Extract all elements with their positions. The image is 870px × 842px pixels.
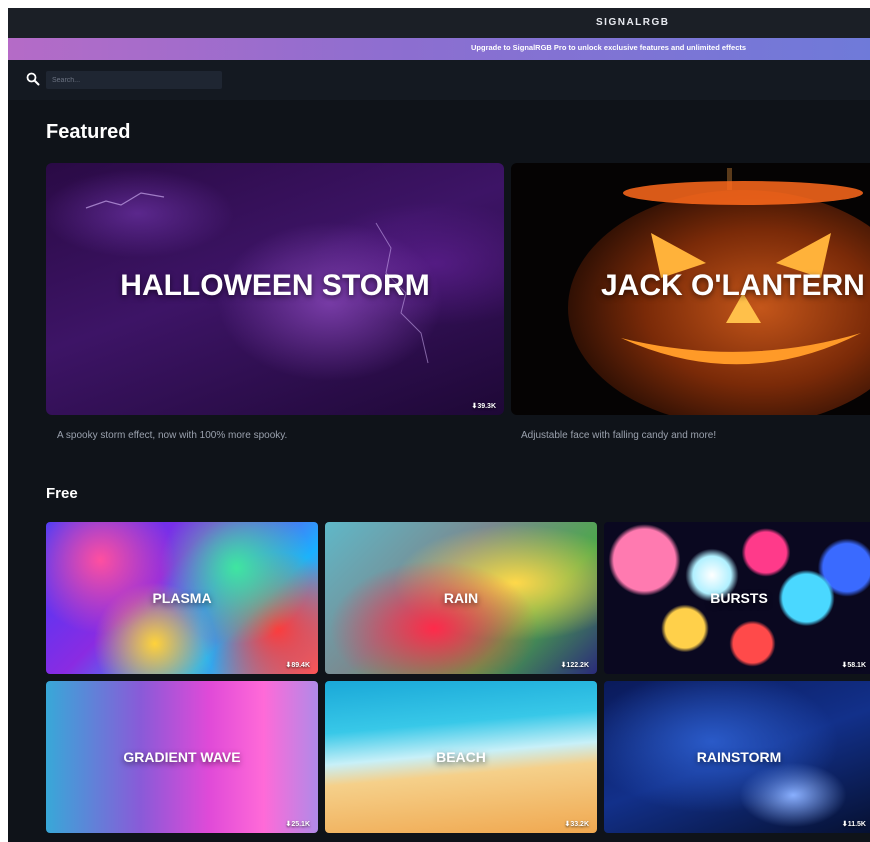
- download-count: ⬇89.4K: [285, 662, 310, 669]
- tile-label: RAIN: [443, 590, 479, 606]
- featured-card-jack-o-lantern[interactable]: JACK O'LANTERN: [511, 163, 870, 415]
- download-count: ⬇58.1K: [841, 662, 866, 669]
- download-count: ⬇11.5K: [841, 821, 866, 828]
- upgrade-promo-banner[interactable]: Upgrade to SignalRGB Pro to unlock exclu…: [8, 38, 870, 60]
- download-count: ⬇122.2K: [560, 662, 589, 669]
- effect-tile-bursts[interactable]: BURSTS ⬇58.1K: [604, 522, 870, 674]
- tile-label: PLASMA: [152, 590, 212, 606]
- tile-label: BEACH: [436, 749, 486, 765]
- tile-label: GRADIENT WAVE: [123, 749, 241, 765]
- effect-tile-beach[interactable]: BEACH ⬇33.2K: [325, 681, 597, 833]
- effect-tile-plasma[interactable]: PLASMA ⬇89.4K: [46, 522, 318, 674]
- signalrgb-window: SIGNALRGB Upgrade to SignalRGB Pro to un…: [8, 8, 870, 842]
- tile-label: BURSTS: [710, 590, 768, 606]
- featured-card-label: HALLOWEEN STORM: [120, 269, 430, 302]
- title-bar: SIGNALRGB: [8, 8, 870, 38]
- featured-card-halloween-storm[interactable]: HALLOWEEN STORM ⬇39.3K: [46, 163, 504, 415]
- featured-card-label: JACK O'LANTERN: [601, 269, 865, 302]
- featured-section-title: Featured: [46, 121, 131, 143]
- featured-card-description: Adjustable face with falling candy and m…: [521, 430, 717, 441]
- download-count: ⬇25.1K: [285, 821, 310, 828]
- promo-text[interactable]: Upgrade to SignalRGB Pro to unlock exclu…: [471, 43, 746, 52]
- search-icon[interactable]: [26, 72, 40, 86]
- app-brand-title: SIGNALRGB: [596, 17, 670, 28]
- tile-label: RAINSTORM: [696, 749, 782, 765]
- effect-tile-gradient-wave[interactable]: GRADIENT WAVE ⬇25.1K: [46, 681, 318, 833]
- effect-tile-rainstorm[interactable]: RAINSTORM ⬇11.5K: [604, 681, 870, 833]
- search-input[interactable]: [46, 71, 222, 89]
- free-section-title: Free: [46, 485, 78, 502]
- featured-card-description: A spooky storm effect, now with 100% mor…: [57, 430, 288, 441]
- effect-tile-rain[interactable]: RAIN ⬇122.2K: [325, 522, 597, 674]
- search-bar: [8, 60, 870, 100]
- download-count: ⬇33.2K: [564, 821, 589, 828]
- download-count: ⬇39.3K: [471, 403, 496, 410]
